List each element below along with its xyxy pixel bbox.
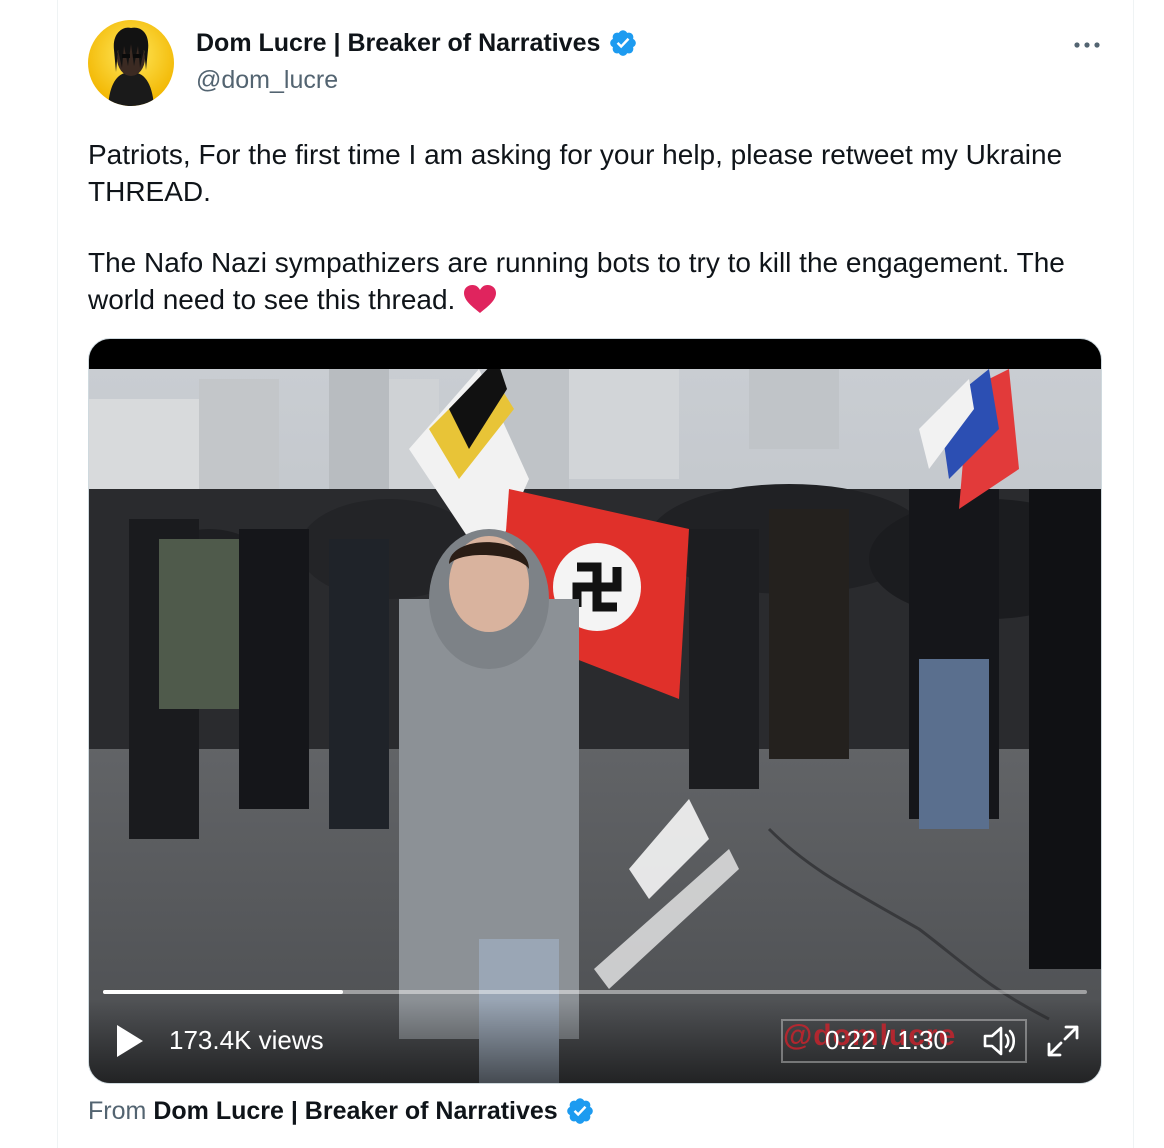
author-display-name[interactable]: Dom Lucre | Breaker of Narratives	[196, 29, 600, 58]
fullscreen-button[interactable]	[1045, 1023, 1081, 1059]
tweet-paragraph-1: Patriots, For the first time I am asking…	[88, 139, 1063, 207]
verified-badge-icon	[565, 1096, 595, 1126]
avatar[interactable]	[88, 20, 174, 106]
tweet-paragraph-2-wrap: The Nafo Nazi sympathizers are running b…	[88, 244, 1088, 318]
video-player[interactable]: 173.4K views @domlucre 0:22 / 1:30	[88, 338, 1102, 1084]
verified-badge-icon	[608, 28, 638, 58]
video-controls: 173.4K views @domlucre 0:22 / 1:30	[89, 999, 1101, 1083]
heart-icon	[463, 284, 497, 314]
video-progress-bar[interactable]	[103, 990, 1087, 994]
tweet-card: Dom Lucre | Breaker of Narratives @dom_l…	[88, 18, 1104, 1125]
timeline-border-left	[57, 0, 58, 1148]
tweet-page: Dom Lucre | Breaker of Narratives @dom_l…	[0, 0, 1164, 1148]
more-options-button[interactable]	[1070, 28, 1104, 62]
tweet-header: Dom Lucre | Breaker of Narratives @dom_l…	[88, 18, 1104, 110]
volume-button[interactable]	[981, 1023, 1019, 1059]
video-view-count: 173.4K views	[169, 1025, 324, 1055]
tweet-text: Patriots, For the first time I am asking…	[88, 136, 1088, 318]
video-timecode: 0:22 / 1:30	[825, 1025, 948, 1055]
fullscreen-icon	[1045, 1025, 1081, 1063]
author-name-row: Dom Lucre | Breaker of Narratives	[196, 28, 638, 58]
more-icon	[1073, 36, 1101, 54]
from-label: From	[88, 1096, 147, 1125]
play-button[interactable]	[113, 1023, 147, 1059]
volume-icon	[981, 1026, 1019, 1063]
from-author-name[interactable]: Dom Lucre | Breaker of Narratives	[153, 1097, 557, 1126]
author-handle[interactable]: @dom_lucre	[196, 66, 338, 95]
timeline-border-right	[1133, 0, 1134, 1148]
play-icon	[113, 1025, 147, 1063]
tweet-paragraph-2: The Nafo Nazi sympathizers are running b…	[88, 247, 1065, 315]
video-frame[interactable]	[89, 369, 1101, 1083]
video-progress-fill	[103, 990, 344, 994]
video-attribution: From Dom Lucre | Breaker of Narratives	[88, 1096, 595, 1126]
